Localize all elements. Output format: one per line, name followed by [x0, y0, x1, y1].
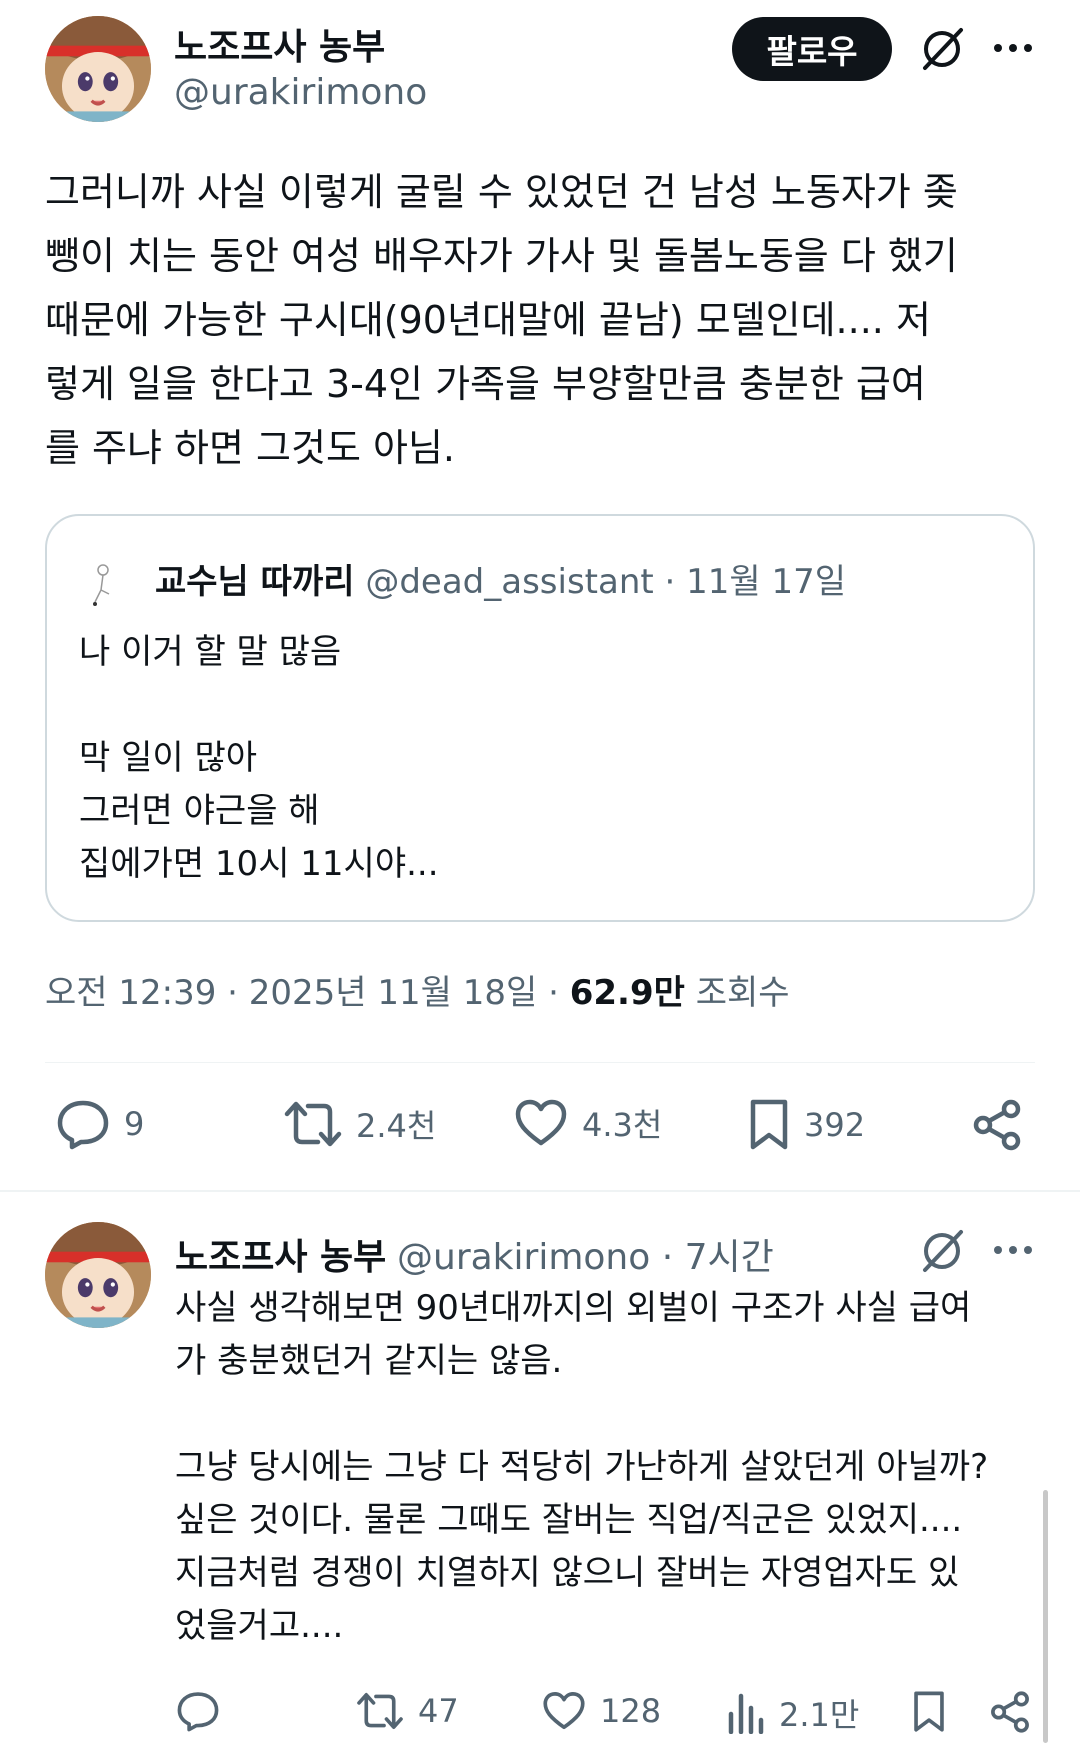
reply-handle-text[interactable]: @urakirimono [397, 1237, 650, 1278]
avatar-image [45, 1222, 151, 1328]
reply-like-button[interactable]: 128 [542, 1690, 661, 1732]
reply-time[interactable]: · 7시간 [662, 1237, 774, 1278]
quote-avatar [75, 558, 127, 610]
quote-text-line: 집에가면 10시 11시야... [79, 844, 439, 884]
reply-icon [177, 1692, 219, 1732]
like-count: 4.3천 [582, 1106, 663, 1144]
repost-count: 2.4천 [356, 1107, 437, 1145]
post-text: 그러니까 사실 이렇게 굴릴 수 있었던 건 남성 노동자가 좆 뺑이 치는 동… [45, 160, 1045, 480]
reply-text: 사실 생각해보면 90년대까지의 외벌이 구조가 사실 급여 가 충분했던거 같… [175, 1282, 1055, 1653]
quote-text: 나 이거 할 말 많음 막 일이 많아 그러면 야근을 해 집에가면 10시 1… [79, 626, 439, 891]
reply-text-line [175, 1388, 1055, 1441]
repost-icon [284, 1101, 342, 1147]
quoted-post[interactable]: 교수님 따까리 @dead_assistant · 11월 17일 나 이거 할… [45, 514, 1035, 922]
reply-share-button[interactable] [988, 1690, 1032, 1734]
view-count: 62.9만 [569, 973, 685, 1013]
reply-author-name[interactable]: 노조프사 농부 [175, 1228, 386, 1280]
author-avatar[interactable] [45, 16, 151, 122]
share-button[interactable] [970, 1098, 1024, 1152]
reply-bookmark-button[interactable] [912, 1690, 946, 1734]
avatar-image [45, 16, 151, 122]
post-text-line: 렇게 일을 한다고 3-4인 가족을 부양할만큼 충분한 급여 [45, 362, 926, 406]
reply-text-line: 었을거고.... [175, 1606, 344, 1646]
post-text-line: 를 주냐 하면 그것도 아님. [45, 426, 455, 470]
reply-text-line: 지금처럼 경쟁이 치열하지 않으니 잘버는 자영업자도 있 [175, 1553, 960, 1593]
repost-icon [357, 1693, 403, 1729]
scrollbar[interactable] [1043, 1490, 1048, 1743]
quote-text-line [79, 679, 439, 732]
follow-button[interactable]: 팔로우 [732, 17, 892, 81]
more-icon[interactable] [990, 30, 1036, 66]
more-icon[interactable] [990, 1232, 1036, 1268]
post-text-line: 뺑이 치는 동안 여성 배우자가 가사 및 돌봄노동을 다 했기 [45, 234, 958, 278]
share-icon [991, 1691, 1029, 1733]
reply-text-line: 그냥 당시에는 그냥 다 적당히 가난하게 살았던게 아닐까? [175, 1447, 989, 1487]
views-icon [728, 1693, 764, 1734]
reply-author-handle: @urakirimono · 7시간 [397, 1228, 774, 1280]
bookmark-icon [750, 1099, 788, 1150]
reply-text-line: 싶은 것이다. 물론 그때도 잘버는 직업/직군은 있었지.... [175, 1500, 963, 1540]
view-count-label: 조회수 [684, 973, 790, 1013]
reply-author-avatar[interactable] [45, 1222, 151, 1328]
share-icon [973, 1099, 1021, 1151]
quote-author-handle: @dead_assistant [365, 562, 654, 602]
author-name[interactable]: 노조프사 농부 [174, 18, 385, 70]
reply-count: 9 [124, 1105, 145, 1143]
divider [0, 1190, 1080, 1192]
like-icon [515, 1099, 567, 1146]
reply-reply-button[interactable] [176, 1690, 234, 1732]
like-button[interactable]: 4.3천 [514, 1098, 662, 1148]
like-icon [543, 1692, 585, 1730]
quote-date: · 11월 17일 [664, 562, 847, 602]
bookmark-count: 392 [804, 1106, 866, 1144]
grok-icon[interactable] [917, 24, 967, 74]
quote-header: 교수님 따까리 @dead_assistant · 11월 17일 [155, 558, 846, 606]
post-meta: 오전 12:39 · 2025년 11월 18일 · 62.9만 조회수 [45, 965, 790, 1014]
bookmark-icon [914, 1691, 944, 1732]
reply-text-line: 사실 생각해보면 90년대까지의 외벌이 구조가 사실 급여 [175, 1288, 972, 1328]
post-text-line: 때문에 가능한 구시대(90년대말에 끝남) 모델인데.... 저 [45, 298, 931, 342]
reply-views-button[interactable]: 2.1만 [727, 1690, 859, 1736]
reply-view-count: 2.1만 [779, 1696, 860, 1734]
reply-text-line: 가 충분했던거 같지는 않음. [175, 1341, 563, 1381]
repost-button[interactable]: 2.4천 [284, 1098, 436, 1150]
reply-repost-button[interactable]: 47 [356, 1690, 459, 1732]
quote-text-line: 막 일이 많아 [79, 738, 258, 778]
divider [45, 1062, 1035, 1063]
quote-text-line: 그러면 야근을 해 [79, 791, 320, 831]
reply-like-count: 128 [600, 1692, 662, 1730]
bookmark-button[interactable]: 392 [748, 1098, 865, 1152]
reply-button[interactable]: 9 [56, 1098, 144, 1150]
quote-author-name: 교수님 따까리 [155, 562, 355, 602]
author-handle[interactable]: @urakirimono [174, 72, 427, 113]
quote-text-line: 나 이거 할 말 많음 [79, 632, 342, 672]
reply-repost-count: 47 [418, 1692, 459, 1730]
post-text-line: 그러니까 사실 이렇게 굴릴 수 있었던 건 남성 노동자가 좆 [45, 170, 958, 214]
post-timestamp[interactable]: 오전 12:39 · 2025년 11월 18일 · [45, 973, 570, 1013]
reply-icon [57, 1100, 109, 1150]
grok-icon[interactable] [917, 1226, 967, 1276]
